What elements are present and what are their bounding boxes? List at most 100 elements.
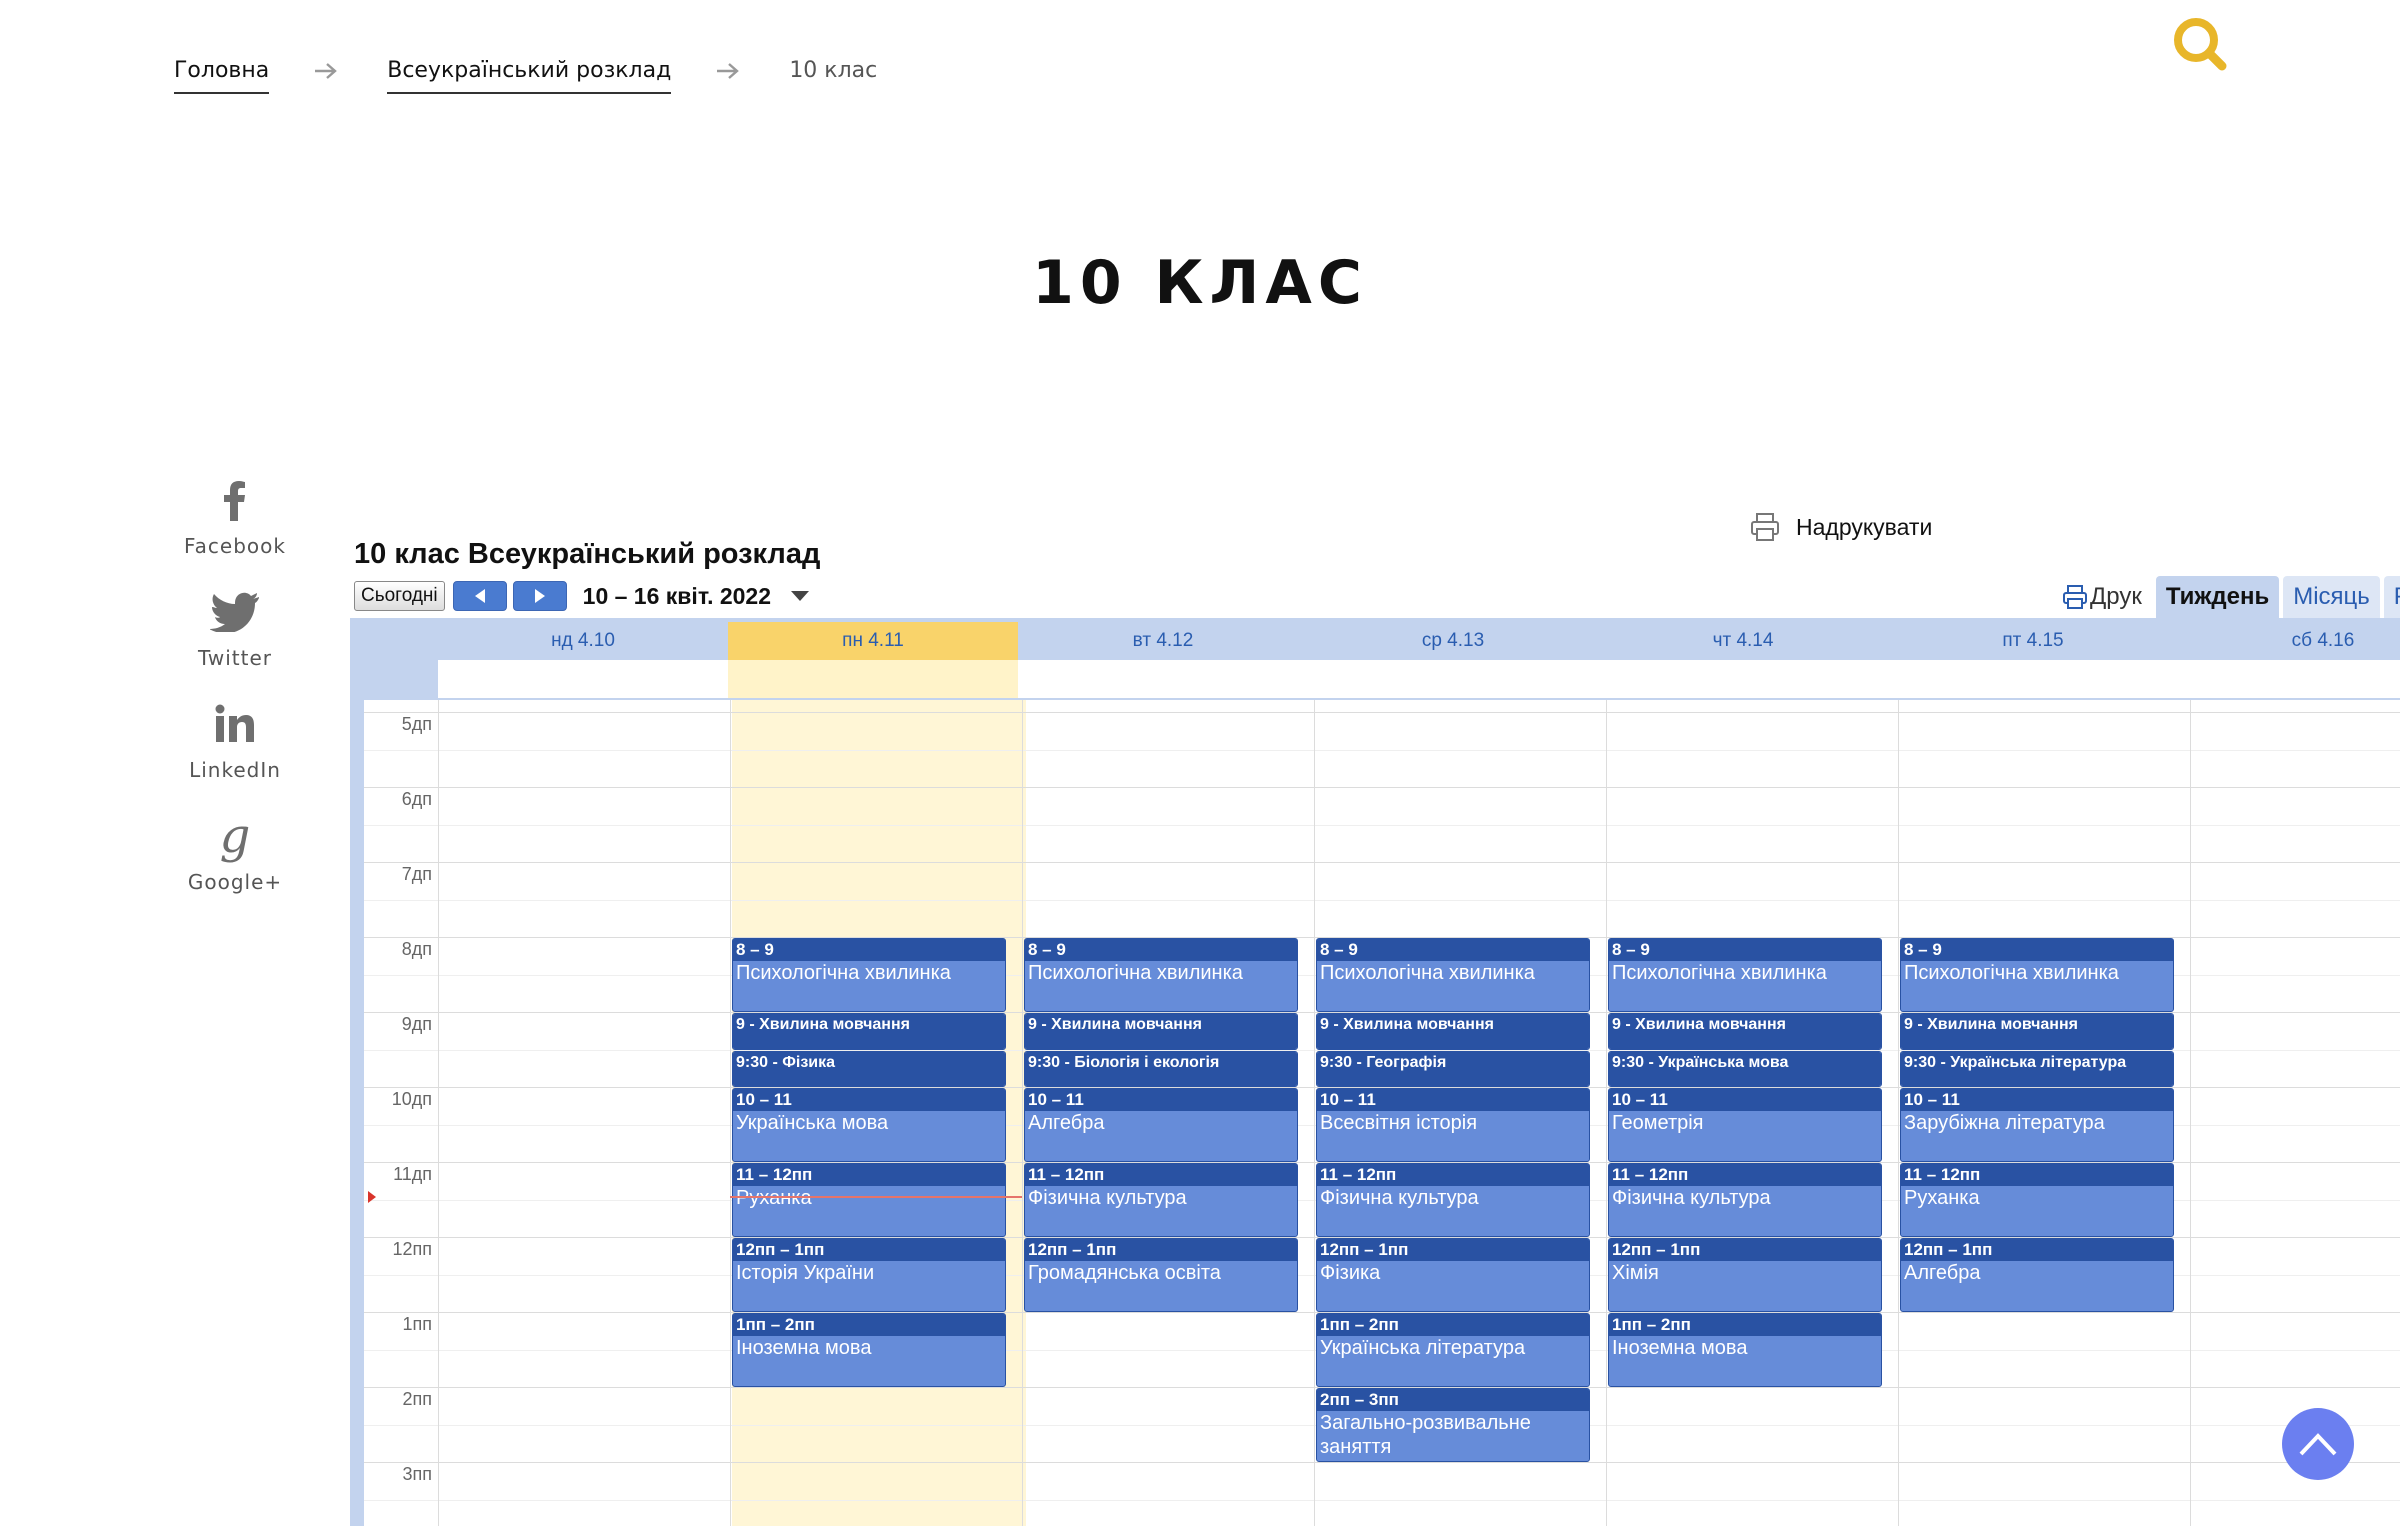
calendar-event[interactable]: 1пп – 2пп Іноземна мова [732, 1313, 1006, 1387]
event-title: Психологічна хвилинка [1320, 962, 1535, 984]
scroll-to-top-button[interactable] [2282, 1408, 2354, 1480]
calendar-event[interactable]: 12пп – 1пп Історія України [732, 1238, 1006, 1312]
search-button[interactable] [2170, 14, 2230, 74]
share-twitter[interactable]: Twitter [150, 582, 320, 670]
arrow-right-icon [315, 63, 338, 79]
hour-label: 7дп [401, 864, 432, 884]
print-link[interactable]: Надрукувати [1750, 512, 1932, 542]
day-header[interactable]: чт 4.14 [1598, 622, 1888, 660]
event-title: Руханка [736, 1187, 812, 1209]
calendar-event[interactable]: 9:30 - Українська література [1900, 1050, 2174, 1087]
event-title: Історія України [736, 1262, 875, 1284]
calendar-event[interactable]: 8 – 9 Психологічна хвилинка [1608, 938, 1882, 1012]
calendar-event[interactable]: 8 – 9 Психологічна хвилинка [732, 938, 1006, 1012]
hour-line [364, 1462, 2400, 1463]
day-header[interactable]: вт 4.12 [1018, 622, 1308, 660]
twitter-icon [210, 582, 260, 642]
event-time: 9:30 - Фізика [733, 1051, 1005, 1086]
event-title: Алгебра [1904, 1262, 1981, 1284]
event-title: Загально-розвивальне заняття [1320, 1412, 1531, 1458]
next-week-button[interactable] [512, 581, 567, 611]
arrow-right-icon [717, 63, 740, 79]
event-title: Фізична культура [1028, 1187, 1187, 1209]
day-header[interactable]: нд 4.10 [438, 622, 728, 660]
today-button[interactable]: Сьогодні [354, 581, 445, 611]
tab-month[interactable]: Місяць [2283, 576, 2380, 618]
hour-label: 9дп [401, 1014, 432, 1034]
calendar-event[interactable]: 11 – 12пп Руханка [732, 1163, 1006, 1237]
calendar-event[interactable]: 12пп – 1пп Громадянська освіта [1024, 1238, 1298, 1312]
calendar-event[interactable]: 10 – 11 Українська мова [732, 1088, 1006, 1162]
calendar-event[interactable]: 8 – 9 Психологічна хвилинка [1024, 938, 1298, 1012]
calendar-event[interactable]: 8 – 9 Психологічна хвилинка [1316, 938, 1590, 1012]
all-day-today-cell[interactable] [728, 660, 1018, 698]
day-header[interactable]: пт 4.15 [1888, 622, 2178, 660]
calendar-event[interactable]: 9:30 - Фізика [732, 1050, 1006, 1087]
calendar-event[interactable]: 12пп – 1пп Алгебра [1900, 1238, 2174, 1312]
calendar-title: 10 клас Всеукраїнський розклад [354, 538, 821, 570]
calendar-event[interactable]: 12пп – 1пп Фізика [1316, 1238, 1590, 1312]
half-hour-line [364, 899, 2400, 901]
hour-label: 11дп [393, 1164, 432, 1184]
hour-label: 5дп [401, 714, 432, 734]
calendar-event[interactable]: 11 – 12пп Фізична культура [1316, 1163, 1590, 1237]
calendar-event[interactable]: 9:30 - Українська мова [1608, 1050, 1882, 1087]
event-title: Громадянська освіта [1028, 1262, 1221, 1284]
calendar-event[interactable]: 11 – 12пп Руханка [1900, 1163, 2174, 1237]
event-time: 12пп – 1пп [1609, 1239, 1881, 1261]
tab-week[interactable]: Тиждень [2155, 576, 2280, 618]
event-time: 11 – 12пп [1901, 1164, 2173, 1186]
event-time: 8 – 9 [733, 939, 1005, 961]
tab-agenda[interactable]: Р [2383, 576, 2400, 618]
calendar-event[interactable]: 9 - Хвилина мовчання [1024, 1013, 1298, 1050]
calendar-event[interactable]: 10 – 11 Алгебра [1024, 1088, 1298, 1162]
share-label: Facebook [184, 534, 286, 558]
hour-line [364, 862, 2400, 863]
event-time: 9 - Хвилина мовчання [1609, 1014, 1881, 1049]
share-sidebar: Facebook Twitter LinkedIn g Google+ [150, 470, 320, 918]
day-divider [1898, 700, 1899, 1526]
breadcrumb-home-link[interactable]: Головна [174, 58, 270, 94]
current-time-line [730, 1195, 1022, 1198]
calendar-event[interactable]: 9 - Хвилина мовчання [732, 1013, 1006, 1050]
printer-icon [1751, 513, 1779, 541]
event-title: Іноземна мова [1612, 1337, 1748, 1359]
calendar-event[interactable]: 9:30 - Біологія і екологія [1024, 1050, 1298, 1087]
calendar-event[interactable]: 9:30 - Географія [1316, 1050, 1590, 1087]
calendar-event[interactable]: 8 – 9 Психологічна хвилинка [1900, 938, 2174, 1012]
hour-line [364, 787, 2400, 788]
time-grid[interactable]: 5дп 6дп 7дп 8дп 9дп 10дп 11дп 12пп 1пп 2пп 3пп 8 –… [364, 700, 2400, 1526]
event-time: 9:30 - Біологія і екологія [1025, 1051, 1297, 1086]
share-label: LinkedIn [189, 758, 281, 782]
calendar-event[interactable]: 11 – 12пп Фізична культура [1608, 1163, 1882, 1237]
calendar-event[interactable]: 10 – 11 Геометрія [1608, 1088, 1882, 1162]
event-time: 10 – 11 [1317, 1089, 1589, 1111]
share-google-plus[interactable]: g Google+ [150, 806, 320, 894]
calendar-event[interactable]: 11 – 12пп Фізична культура [1024, 1163, 1298, 1237]
calendar-event[interactable]: 1пп – 2пп Українська література [1316, 1313, 1590, 1387]
view-tabs: Друк Тиждень Місяць Р [2058, 574, 2400, 618]
calendar-event[interactable]: 9 - Хвилина мовчання [1900, 1013, 2174, 1050]
day-header[interactable]: сб 4.16 [2178, 622, 2400, 660]
prev-week-button[interactable] [452, 581, 507, 611]
calendar-event[interactable]: 10 – 11 Зарубіжна література [1900, 1088, 2174, 1162]
calendar-event[interactable]: 9 - Хвилина мовчання [1316, 1013, 1590, 1050]
share-linkedin[interactable]: LinkedIn [150, 694, 320, 782]
share-facebook[interactable]: Facebook [150, 470, 320, 558]
printer-icon [2063, 585, 2087, 609]
breadcrumb-parent-link[interactable]: Всеукраїнський розклад [387, 58, 672, 94]
calendar-event[interactable]: 10 – 11 Всесвітня історія [1316, 1088, 1590, 1162]
day-header-today[interactable]: пн 4.11 [728, 622, 1018, 660]
calendar-event[interactable]: 12пп – 1пп Хімія [1608, 1238, 1882, 1312]
hour-label: 2пп [402, 1389, 432, 1409]
hour-line [364, 712, 2400, 713]
day-header[interactable]: ср 4.13 [1308, 622, 1598, 660]
chevron-down-icon[interactable] [791, 591, 810, 601]
event-time: 2пп – 3пп [1317, 1389, 1589, 1411]
calendar-event[interactable]: 2пп – 3пп Загально-розвивальне заняття [1316, 1388, 1590, 1462]
event-time: 10 – 11 [1901, 1089, 2173, 1111]
calendar-event[interactable]: 1пп – 2пп Іноземна мова [1608, 1313, 1882, 1387]
calendar-event[interactable]: 9 - Хвилина мовчання [1608, 1013, 1882, 1050]
breadcrumb: Головна Всеукраїнський розклад 10 клас [174, 54, 877, 98]
tab-print[interactable]: Друк [2062, 576, 2152, 618]
